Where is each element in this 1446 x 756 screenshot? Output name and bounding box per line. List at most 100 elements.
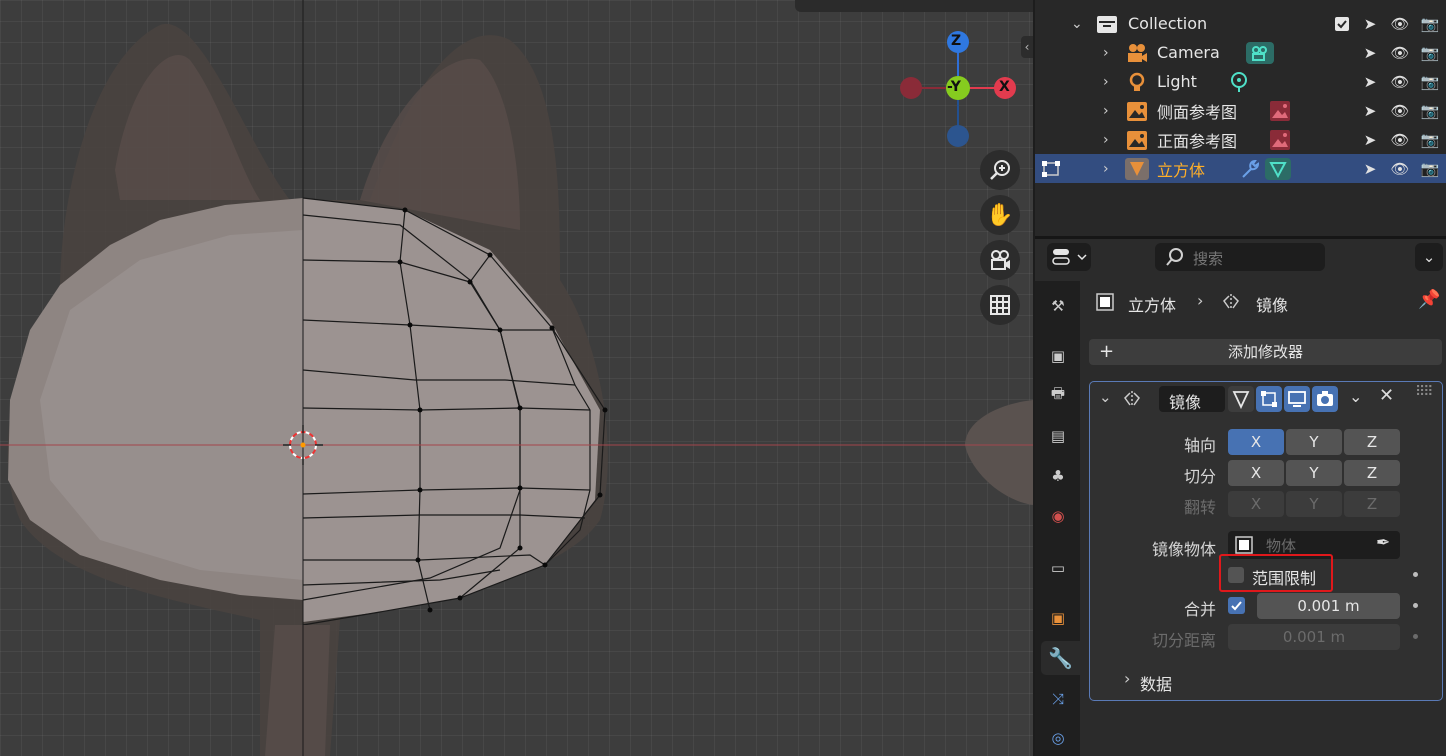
ortho-toggle-button[interactable]: [980, 285, 1020, 325]
eye-icon[interactable]: 👁: [1390, 14, 1410, 34]
tab-physics[interactable]: ◎: [1041, 721, 1075, 755]
tab-render[interactable]: ▣: [1041, 339, 1075, 373]
gizmo-y-label[interactable]: -Y: [947, 79, 961, 95]
sidebar-toggle-tab[interactable]: ‹: [1021, 36, 1033, 58]
select-arrow-icon[interactable]: ➤: [1360, 72, 1380, 92]
3d-viewport[interactable]: Z X -Y ✋ ‹: [0, 0, 1033, 756]
outliner-row-camera[interactable]: › Camera ➤ 👁 📷: [1035, 38, 1446, 67]
camera-icon: [1317, 391, 1333, 406]
merge-label: 合并: [1183, 600, 1216, 619]
eye-icon[interactable]: 👁: [1390, 159, 1410, 179]
select-arrow-icon[interactable]: ➤: [1360, 14, 1380, 34]
render-camera-icon[interactable]: 📷: [1420, 101, 1440, 121]
bisect-z-toggle[interactable]: Z: [1344, 460, 1400, 486]
outliner-row-front-reference[interactable]: › 正面参考图 ➤ 👁 📷: [1035, 125, 1446, 154]
viewport-display-toggle[interactable]: [1284, 386, 1310, 412]
tab-scene[interactable]: ♣: [1041, 459, 1075, 493]
collection-icon: [1097, 15, 1117, 33]
select-arrow-icon[interactable]: ➤: [1360, 43, 1380, 63]
tab-particles[interactable]: ⤨: [1041, 682, 1075, 716]
gizmo-z-label[interactable]: Z: [951, 33, 961, 49]
editor-type-dropdown[interactable]: [1047, 243, 1091, 271]
render-camera-icon[interactable]: 📷: [1420, 130, 1440, 150]
eye-icon[interactable]: 👁: [1390, 43, 1410, 63]
zoom-button[interactable]: [980, 150, 1020, 190]
select-arrow-icon[interactable]: ➤: [1360, 130, 1380, 150]
cage-toggle[interactable]: [1256, 386, 1282, 412]
close-icon[interactable]: ✕: [1379, 385, 1394, 406]
pan-button[interactable]: ✋: [980, 195, 1020, 235]
image-data-icon[interactable]: [1268, 128, 1292, 152]
render-camera-icon[interactable]: 📷: [1420, 43, 1440, 63]
bisect-distance-field[interactable]: 0.001 m: [1228, 624, 1400, 650]
eye-icon[interactable]: 👁: [1390, 130, 1410, 150]
select-arrow-icon[interactable]: ➤: [1360, 101, 1380, 121]
eye-icon[interactable]: 👁: [1390, 72, 1410, 92]
drag-handle-icon[interactable]: ⠿⠿: [1415, 384, 1433, 400]
wrench-icon: 🔧: [1048, 646, 1073, 670]
tab-world[interactable]: ◉: [1041, 499, 1075, 533]
merge-checkbox[interactable]: [1228, 597, 1245, 614]
tab-tool[interactable]: ⚒: [1041, 289, 1075, 323]
bisect-x-toggle[interactable]: X: [1228, 460, 1284, 486]
modifier-name-field[interactable]: 镜像: [1159, 386, 1225, 412]
axis-x-toggle[interactable]: X: [1228, 429, 1284, 455]
flip-z-toggle[interactable]: Z: [1344, 491, 1400, 517]
properties-search[interactable]: 搜索: [1155, 243, 1325, 271]
data-section-label[interactable]: 数据: [1140, 671, 1172, 695]
outliner-row-light[interactable]: › Light ➤ 👁 📷: [1035, 67, 1446, 96]
keyframe-dot[interactable]: [1413, 572, 1418, 577]
render-camera-icon[interactable]: 📷: [1420, 14, 1440, 34]
eye-icon[interactable]: 👁: [1390, 101, 1410, 121]
bisect-y-toggle[interactable]: Y: [1286, 460, 1342, 486]
chevron-right-icon[interactable]: ›: [1103, 132, 1109, 148]
flip-x-toggle[interactable]: X: [1228, 491, 1284, 517]
wrench-modifier-icon[interactable]: [1237, 157, 1261, 181]
edit-mode-toggle[interactable]: [1228, 386, 1254, 412]
edit-mode-icon[interactable]: [1039, 158, 1063, 180]
image-data-icon[interactable]: [1268, 99, 1292, 123]
chevron-right-icon[interactable]: ›: [1103, 74, 1109, 90]
side-reference: [965, 400, 1033, 505]
tab-view-layer[interactable]: ▤: [1041, 419, 1075, 453]
gizmo-x-label[interactable]: X: [999, 79, 1010, 95]
keyframe-dot[interactable]: [1413, 603, 1418, 608]
tab-collection[interactable]: ▭: [1041, 551, 1075, 585]
axis-z-toggle[interactable]: Z: [1344, 429, 1400, 455]
camera-data-icon[interactable]: [1245, 41, 1275, 65]
eyedropper-icon[interactable]: ✒: [1376, 533, 1390, 553]
exclude-checkbox-icon[interactable]: [1334, 16, 1350, 32]
outliner-row-side-reference[interactable]: › 侧面参考图 ➤ 👁 📷: [1035, 96, 1446, 125]
outliner-row-cube[interactable]: › 立方体 ➤ 👁 📷: [1035, 154, 1446, 183]
render-toggle[interactable]: [1312, 386, 1338, 412]
add-modifier-button[interactable]: + 添加修改器: [1089, 339, 1442, 365]
outliner-row-collection[interactable]: ⌄ Collection ➤ 👁 📷: [1035, 9, 1446, 38]
zoom-icon: [990, 160, 1010, 180]
camera-view-button[interactable]: [980, 240, 1020, 280]
outliner-label: 立方体: [1157, 160, 1206, 180]
tab-modifiers[interactable]: 🔧: [1041, 641, 1080, 675]
printer-icon: 🖶: [1050, 383, 1066, 402]
pin-icon[interactable]: 📌: [1418, 289, 1440, 310]
chevron-down-icon[interactable]: ⌄: [1071, 16, 1083, 32]
select-arrow-icon[interactable]: ➤: [1360, 159, 1380, 179]
options-dropdown[interactable]: ⌄: [1415, 243, 1443, 271]
chevron-right-icon[interactable]: ›: [1103, 103, 1109, 119]
flip-y-toggle[interactable]: Y: [1286, 491, 1342, 517]
modifier-menu-chevron-icon[interactable]: ⌄: [1349, 387, 1362, 406]
merge-distance-field[interactable]: 0.001 m: [1257, 593, 1400, 619]
axis-y-toggle[interactable]: Y: [1286, 429, 1342, 455]
render-camera-icon[interactable]: 📷: [1420, 72, 1440, 92]
light-data-icon[interactable]: [1227, 70, 1251, 94]
mirror-object-placeholder: 物体: [1266, 537, 1297, 555]
tab-object[interactable]: ▣: [1041, 601, 1075, 635]
collapse-chevron-icon[interactable]: ⌄: [1099, 388, 1112, 406]
chevron-right-icon[interactable]: ›: [1103, 161, 1109, 177]
tab-output[interactable]: 🖶: [1041, 378, 1075, 412]
chevron-right-icon[interactable]: ›: [1124, 669, 1130, 688]
right-ear-wire: [360, 58, 520, 230]
object-icon: [1096, 293, 1114, 311]
mesh-data-icon[interactable]: [1264, 157, 1292, 181]
render-camera-icon[interactable]: 📷: [1420, 159, 1440, 179]
chevron-right-icon[interactable]: ›: [1103, 45, 1109, 61]
